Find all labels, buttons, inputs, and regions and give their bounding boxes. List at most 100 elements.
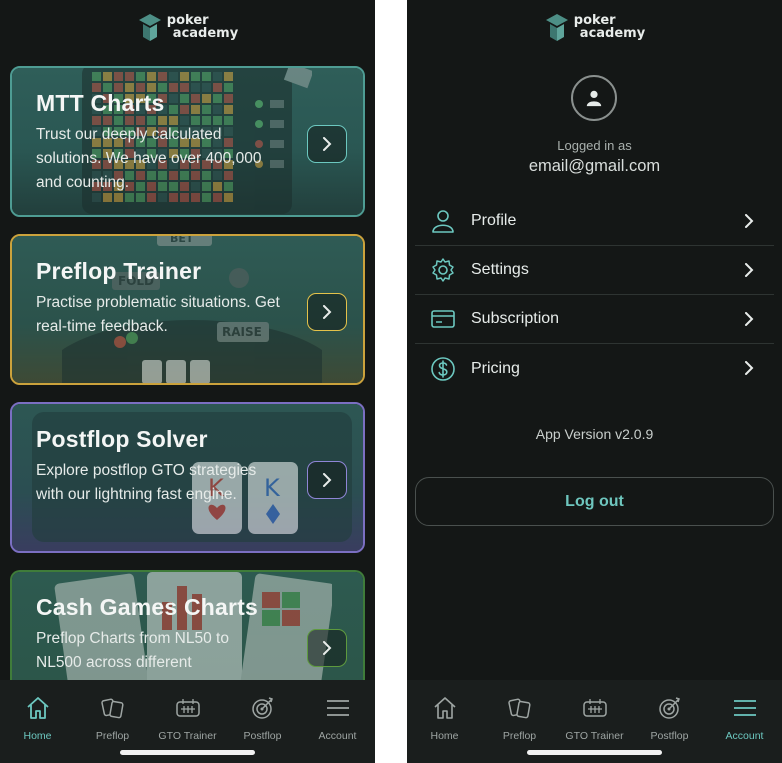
chart-cell — [180, 105, 189, 114]
chart-cell — [213, 83, 222, 92]
logout-button[interactable]: Log out — [415, 477, 774, 526]
user-icon — [429, 207, 457, 235]
nav-label: Home — [23, 730, 52, 742]
chevron-right-icon — [323, 641, 332, 655]
chevron-right-icon — [323, 473, 332, 487]
chart-cell — [202, 105, 211, 114]
menu-item-profile[interactable]: Profile — [415, 197, 774, 246]
chart-cell — [224, 94, 233, 103]
logo-text-line2: academy — [172, 26, 239, 41]
menu-item-pricing[interactable]: Pricing — [415, 344, 774, 393]
chart-cell — [224, 72, 233, 81]
nav-account[interactable]: Account — [300, 680, 375, 763]
menu-item-label: Pricing — [471, 359, 520, 377]
trainer-icon — [581, 694, 609, 722]
card-title: Postflop Solver — [36, 426, 208, 452]
chart-cell — [191, 94, 200, 103]
chevron-right-icon — [323, 305, 332, 319]
account-menu: Profile Settings Subscription Pricing — [415, 197, 774, 393]
card-title: Preflop Trainer — [36, 258, 202, 284]
card-title: Cash Games Charts — [36, 594, 258, 620]
chart-cell — [180, 83, 189, 92]
chart-cell — [136, 72, 145, 81]
account-screen: poker academy Logged in as email@gmail.c… — [407, 0, 782, 763]
card-description: Explore postflop GTO strategies with our… — [36, 462, 257, 503]
chart-cell — [224, 105, 233, 114]
chart-cell — [202, 72, 211, 81]
nav-label: GTO Trainer — [565, 730, 624, 742]
menu-item-subscription[interactable]: Subscription — [415, 295, 774, 344]
chevron-right-icon — [323, 137, 332, 151]
nav-home[interactable]: Home — [0, 680, 75, 763]
home-icon — [24, 694, 52, 722]
chart-cell — [169, 72, 178, 81]
postflop-solver-open-button[interactable] — [307, 461, 347, 499]
home-indicator — [120, 750, 255, 755]
nav-label: Preflop — [502, 730, 537, 742]
user-avatar-icon — [586, 90, 602, 107]
chart-cell — [213, 72, 222, 81]
chart-cell — [169, 94, 178, 103]
nav-label: Account — [725, 730, 764, 742]
chart-cell — [213, 94, 222, 103]
menu-item-label: Settings — [471, 261, 529, 278]
nav-account[interactable]: Account — [707, 680, 782, 763]
chart-cell — [158, 72, 167, 81]
credit-card-icon — [429, 305, 457, 333]
chart-cell — [147, 72, 156, 81]
nav-label: GTO Trainer — [158, 730, 217, 742]
nav-label: Preflop — [95, 730, 130, 742]
chevron-right-icon — [745, 263, 754, 277]
chart-cell — [191, 72, 200, 81]
menu-icon — [731, 694, 759, 722]
nav-label: Home — [430, 730, 459, 742]
card-description: Trust our deeply calculated solutions. W… — [36, 126, 262, 191]
logo-mark-icon — [545, 14, 568, 41]
cards-icon — [99, 694, 127, 722]
postflop-solver-card[interactable]: K K Postflop Solver Explore postflop GTO… — [10, 402, 365, 553]
bet-label: BET — [170, 234, 194, 245]
chart-cell — [180, 72, 189, 81]
home-screen: poker academy MTT Charts Trust our deepl… — [0, 0, 375, 763]
chevron-right-icon — [745, 361, 754, 375]
chart-cell — [202, 83, 211, 92]
chart-cell — [224, 83, 233, 92]
logo-text-line2: academy — [579, 26, 646, 41]
nav-home[interactable]: Home — [407, 680, 482, 763]
preflop-trainer-card[interactable]: BET FOLD RAISE Preflop Trainer Practise … — [10, 234, 365, 385]
menu-item-settings[interactable]: Settings — [415, 246, 774, 295]
mtt-charts-card[interactable]: MTT Charts Trust our deeply calculated s… — [10, 66, 365, 217]
card-description: Practise problematic situations. Get rea… — [36, 294, 280, 335]
chart-cell — [169, 105, 178, 114]
chart-cell — [213, 105, 222, 114]
cash-games-charts-open-button[interactable] — [307, 629, 347, 667]
user-email: email@gmail.com — [528, 157, 661, 175]
menu-icon — [324, 694, 352, 722]
home-indicator — [527, 750, 662, 755]
menu-item-label: Subscription — [471, 310, 560, 327]
chart-cell — [92, 72, 101, 81]
chart-cell — [191, 105, 200, 114]
mtt-charts-open-button[interactable] — [307, 125, 347, 163]
trainer-icon — [174, 694, 202, 722]
logo-mark-icon — [138, 14, 161, 41]
target-icon — [656, 694, 684, 722]
chevron-right-icon — [745, 214, 754, 228]
app-logo: poker academy — [407, 10, 782, 44]
chart-cell — [103, 72, 112, 81]
menu-item-label: Profile — [471, 212, 517, 229]
nav-label: Account — [318, 730, 357, 742]
logged-in-label: Logged in as — [557, 138, 632, 153]
home-icon — [431, 694, 459, 722]
dollar-icon — [429, 355, 457, 383]
nav-label: Postflop — [650, 730, 689, 742]
chart-cell — [114, 72, 123, 81]
chart-cell — [125, 72, 134, 81]
cards-icon — [506, 694, 534, 722]
avatar[interactable] — [571, 75, 617, 121]
app-logo: poker academy — [0, 10, 375, 44]
card-title: MTT Charts — [36, 90, 165, 116]
target-icon — [249, 694, 277, 722]
nav-label: Postflop — [243, 730, 282, 742]
preflop-trainer-open-button[interactable] — [307, 293, 347, 331]
